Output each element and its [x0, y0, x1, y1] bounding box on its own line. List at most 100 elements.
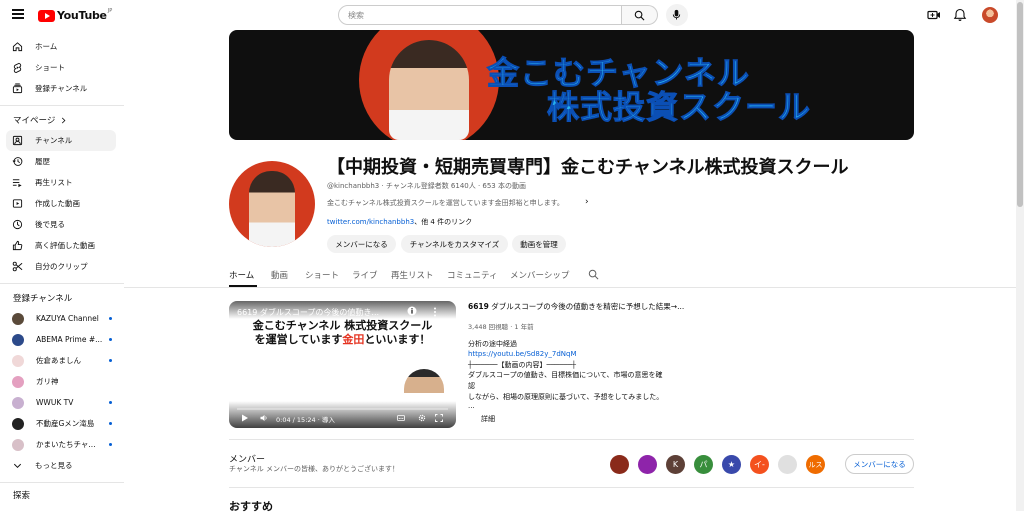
fullscreen-icon[interactable] [435, 414, 443, 422]
account-avatar[interactable] [982, 7, 998, 23]
play-icon[interactable] [241, 414, 249, 422]
subscription-item[interactable]: ガリ神 [6, 371, 116, 392]
sidebar-item-playlists[interactable]: 再生リスト [6, 172, 116, 193]
history-icon [12, 157, 23, 166]
subscription-item[interactable]: KAZUYA Channel [6, 308, 116, 329]
section-divider [229, 487, 914, 488]
sidebar-item-watch-later[interactable]: 後で見る [6, 214, 116, 235]
new-content-dot [109, 317, 112, 320]
shorts-icon [13, 62, 22, 73]
sidebar-item-home[interactable]: ホーム [6, 36, 116, 57]
member-avatar[interactable]: イ- [750, 455, 769, 474]
channel-banner: 金こむチャンネル 株式投資スクール [229, 30, 914, 140]
video-description-link[interactable]: https://youtu.be/Sd82y_7dNqM [468, 350, 577, 358]
my-page-section-link[interactable]: マイページ [13, 114, 124, 126]
sidebar-item-liked-videos[interactable]: 高く評価した動画 [6, 235, 116, 256]
video-description-line: ... [468, 402, 475, 410]
chevron-right-icon[interactable]: › [585, 197, 589, 207]
sidebar-divider [0, 105, 124, 106]
featured-video-title[interactable]: 6619 ダブルスコープの今後の値動きを精密に予想した結果→... [468, 301, 684, 312]
scissors-icon [12, 261, 23, 272]
scrollbar-thumb[interactable] [1017, 2, 1023, 207]
manage-videos-button[interactable]: 動画を管理 [512, 235, 566, 253]
featured-video-stats: 3,448 回視聴 · 1 年前 [468, 323, 534, 331]
featured-video-player[interactable]: 金こむチャンネル 株式投資スクール を運営しています金田といいます！ 6619 … [229, 301, 456, 428]
search-button[interactable] [622, 5, 658, 25]
channel-avatar-large[interactable] [229, 161, 315, 247]
new-content-dot [109, 359, 112, 362]
channel-links[interactable]: twitter.com/kinchanbbh3、他 4 件のリンク [327, 217, 472, 227]
info-icon[interactable] [407, 306, 417, 316]
tab-home[interactable]: ホーム [229, 269, 254, 281]
voice-search-button[interactable] [666, 4, 688, 26]
your-videos-icon [12, 199, 23, 208]
subscription-item[interactable]: 不動産Gメン滝島 [6, 413, 116, 434]
new-content-dot [109, 401, 112, 404]
avatar-character-illustration [249, 171, 295, 247]
channel-link-more[interactable]: 、他 4 件のリンク [414, 218, 472, 226]
member-avatar[interactable] [638, 455, 657, 474]
create-video-icon[interactable] [927, 8, 941, 22]
member-avatar[interactable] [610, 455, 629, 474]
youtube-play-icon [38, 9, 55, 22]
settings-gear-icon[interactable] [418, 414, 426, 422]
sidebar-divider [0, 482, 124, 483]
sidebar-item-shorts[interactable]: ショート [6, 57, 116, 78]
member-avatar[interactable]: K [666, 455, 685, 474]
members-subtitle: チャンネル メンバーの皆様、ありがとうございます！ [229, 465, 400, 473]
chevron-down-icon [13, 463, 22, 468]
show-more-button[interactable]: もっと見る [6, 455, 116, 476]
notifications-bell-icon[interactable] [953, 8, 967, 22]
member-avatar[interactable]: ★ [722, 455, 741, 474]
subscription-item[interactable]: 佐倉あましん [6, 350, 116, 371]
channel-avatar [12, 312, 24, 325]
subtitles-icon[interactable] [397, 414, 405, 422]
sidebar-item-history[interactable]: 履歴 [6, 151, 116, 172]
tab-playlists[interactable]: 再生リスト [391, 269, 434, 281]
chevron-right-icon [62, 117, 66, 123]
tab-membership[interactable]: メンバーシップ [510, 269, 569, 281]
channel-description[interactable]: 金こむチャンネル株式投資スクールを運営しています金田邦裕と申します。 [327, 198, 564, 208]
channel-avatar [12, 333, 24, 346]
tab-videos[interactable]: 動画 [271, 269, 288, 281]
sidebar-item-subscriptions[interactable]: 登録チャンネル [6, 78, 116, 99]
tab-shorts[interactable]: ショート [305, 269, 339, 281]
subscription-item[interactable]: WWUK TV [6, 392, 116, 413]
subscriptions-icon [12, 83, 23, 94]
menu-icon[interactable] [12, 9, 24, 19]
customize-channel-button[interactable]: チャンネルをカスタマイズ [401, 235, 508, 253]
youtube-logo[interactable]: YouTube JP [38, 8, 112, 22]
channel-avatar [12, 417, 24, 430]
home-icon [12, 42, 23, 52]
video-progress-bar[interactable] [237, 408, 448, 410]
join-membership-button[interactable]: メンバーになる [327, 235, 396, 253]
tab-live[interactable]: ライブ [352, 269, 378, 281]
new-content-dot [109, 422, 112, 425]
sidebar-item-channel[interactable]: チャンネル [6, 130, 116, 151]
sidebar-item-your-videos[interactable]: 作成した動画 [6, 193, 116, 214]
tab-community[interactable]: コミュニティ [447, 269, 498, 281]
thumbs-up-icon [12, 240, 23, 251]
video-details-link[interactable]: 詳細 [481, 414, 495, 424]
member-avatar[interactable]: ルス [806, 455, 825, 474]
subscription-item[interactable]: かまいたちチャ... [6, 434, 116, 455]
channel-avatar [12, 354, 24, 367]
channel-search-icon[interactable] [588, 269, 599, 280]
channel-icon [12, 135, 23, 146]
channel-link-twitter[interactable]: twitter.com/kinchanbbh3 [327, 218, 414, 226]
member-avatar[interactable] [778, 455, 797, 474]
video-description-line: しながら、相場の原理原則に基づいて、予想をしてみました。 [468, 393, 664, 401]
video-overlay-title[interactable]: 6619 ダブルスコープの今後の値動き... [237, 307, 379, 318]
join-membership-button-secondary[interactable]: メンバーになる [845, 454, 914, 474]
search-input[interactable]: 検索 [338, 5, 622, 25]
new-content-dot [109, 338, 112, 341]
member-avatar[interactable]: パ [694, 455, 713, 474]
section-divider [229, 439, 914, 440]
sidebar: ホーム ショート 登録チャンネル マイページ チャンネル 履歴 再生リスト 作成… [0, 36, 124, 505]
volume-icon[interactable] [260, 414, 268, 422]
subscription-item[interactable]: ABEMA Prime #... [6, 329, 116, 350]
more-vert-icon[interactable] [433, 307, 437, 317]
video-description-line: 分析の途中経過 [468, 340, 517, 348]
channel-avatar [12, 396, 24, 409]
sidebar-item-clips[interactable]: 自分のクリップ [6, 256, 116, 277]
